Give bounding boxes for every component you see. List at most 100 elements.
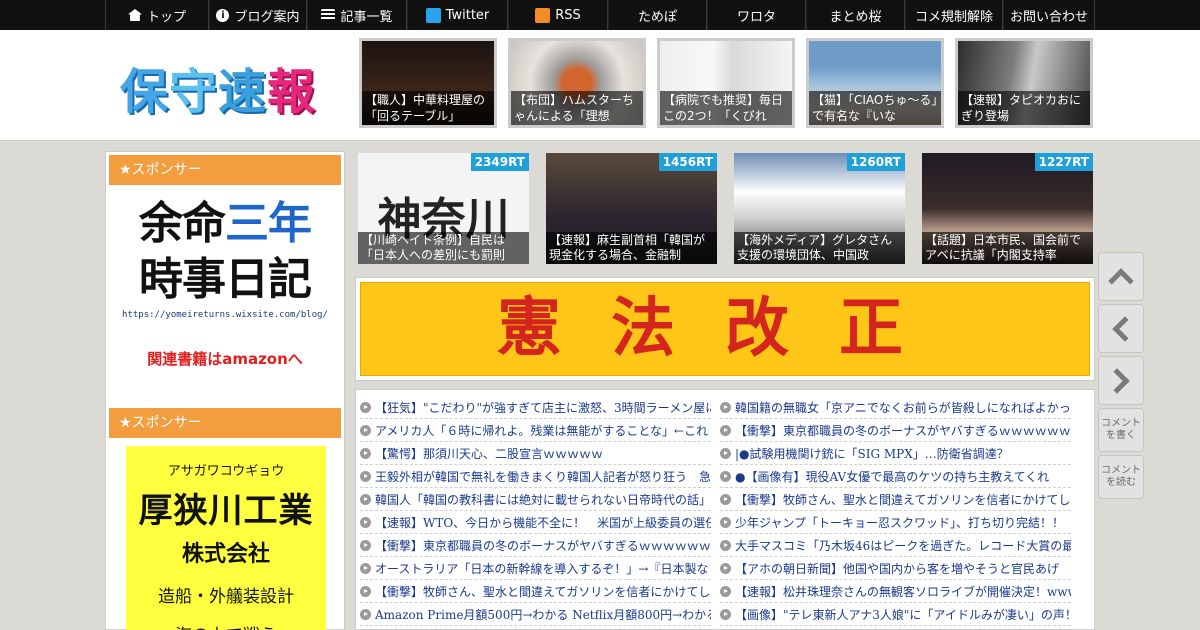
list-item[interactable]: Amazon Prime月額500円→わかる Netflix月額800円→わかる… [360,603,711,626]
info-icon: i [216,8,230,22]
ranking-card[interactable]: 1456RT 【速報】麻生副首相「韓国が現金化する場合、金融制 [546,153,717,264]
article-list: 【狂気】"こだわり"が強すぎて店主に激怒、3時間ラーメン屋に アメリカ人「６時に… [355,389,1095,630]
article-link[interactable]: 【画像】"テレ東新人アナ3人娘"に「アイドルみが凄い」の声！ [735,606,1071,623]
article-link[interactable]: 韓国籍の無職女「京アニでなくお前らが皆殺しになればよかっ [735,399,1071,416]
read-comment-button[interactable]: コメントを読む [1098,455,1144,499]
header-thumb[interactable]: 【病院でも推奨】毎日この2つ！「くびれ [657,38,795,128]
ad-kana: アサガワコウギョウ [167,464,285,479]
nav-matome-sakura[interactable]: まとめ桜 [806,0,905,30]
nav-twitter[interactable]: Twitter [407,0,508,30]
nav-top[interactable]: トップ [105,0,209,30]
article-column-left: 【狂気】"こだわり"が強すぎて店主に激怒、3時間ラーメン屋に アメリカ人「６時に… [360,396,711,626]
chevron-up-icon [1108,267,1134,294]
list-item[interactable]: 王毅外相が韓国で無礼を働きまくり韓国人記者が怒り狂う 急 [360,465,711,488]
article-link[interactable]: 大手マスコミ「乃木坂46はピークを過ぎた。レコード大賞の最 [735,537,1071,554]
article-link[interactable]: 【狂気】"こだわり"が強すぎて店主に激怒、3時間ラーメン屋に [375,399,711,416]
arrow-icon [360,447,371,459]
list-item[interactable]: 少年ジャンプ「トーキョー忍スクワッド」、打ち切り完結！！ [720,511,1071,534]
ad-url: https://yomeireturns.wixsite.com/blog/ [122,310,328,320]
article-link[interactable]: 【衝撃】牧師さん、聖水と間違えてガソリンを信者にかけてし [735,491,1070,508]
article-link[interactable]: |●試験用機関け銃に「SIG MPX」…防衛省調達？ [735,445,1009,462]
article-link[interactable]: 【衝撃】東京都職員の冬のボーナスがヤバすぎるｗｗｗｗｗｗ [735,422,1071,439]
ad-amazon-link[interactable]: 関連書籍はamazonへ [116,348,334,369]
rt-badge: 2349RT [470,153,529,171]
thumb-caption: 【速報】タピオカおにぎり登場 [958,91,1090,125]
list-item[interactable]: 【衝撃】牧師さん、聖水と間違えてガソリンを信者にかけてし [360,580,711,603]
tool-label: コメントを書く [1101,418,1141,441]
list-item[interactable]: 韓国人「韓国の教科書には絶対に載せられない日帝時代の話」 [360,488,711,511]
article-link[interactable]: 王毅外相が韓国で無礼を働きまくり韓国人記者が怒り狂う 急 [375,468,711,485]
list-item[interactable]: ●【画像有】現役AV女優で最高のケツの持ち主教えてくれ [720,465,1071,488]
article-link[interactable]: Amazon Prime月額500円→わかる Netflix月額800円→わかる… [375,606,711,623]
sponsor-heading: ★スポンサー [109,408,341,438]
header-thumb[interactable]: 【猫】「CIAOちゅ～る」で有名な『いな [806,38,944,128]
rt-badge: 1456RT [658,153,717,171]
article-link[interactable]: オーストラリア「日本の新幹線を導入するぞ！」→『日本製な [375,560,708,577]
nav-label: ワロタ [736,9,776,25]
article-link[interactable]: 韓国人「韓国の教科書には絶対に載せられない日帝時代の話」 [375,491,711,508]
article-link[interactable]: ●【画像有】現役AV女優で最高のケツの持ち主教えてくれ [735,468,1049,485]
list-item[interactable]: 【狂気】"こだわり"が強すぎて店主に激怒、3時間ラーメン屋に [360,396,711,419]
arrow-icon [360,470,371,482]
list-item[interactable]: 【速報】松井珠理奈さんの無観客ソロライブが開催決定！www [720,580,1071,603]
article-link[interactable]: 【速報】WTO、今日から機能不全に！ 米国が上級委員の選任 [375,514,711,531]
article-link[interactable]: 【衝撃】東京都職員の冬のボーナスがヤバすぎるｗｗｗｗｗｗ [375,537,711,554]
logo-char: 守 [169,64,219,120]
article-link[interactable]: 【アホの朝日新聞】他国や国内から客を増やそうと官民あげ [735,560,1059,577]
list-item[interactable]: 【驚愕】那須川天心、二股宣言ｗｗｗｗｗ [360,442,711,465]
arrow-icon [720,424,731,436]
nav-article-list[interactable]: 記事一覧 [307,0,407,30]
list-item[interactable]: オーストラリア「日本の新幹線を導入するぞ！」→『日本製な [360,557,711,580]
site-logo[interactable]: 保守速報 [120,52,316,122]
header-thumb[interactable]: 【布団】ハムスターちゃんによる「理想 [508,38,646,128]
prev-article-button[interactable] [1098,304,1144,353]
article-link[interactable]: 【速報】松井珠理奈さんの無観客ソロライブが開催決定！www [735,583,1071,600]
nav-label: お問い合わせ [1009,9,1088,25]
card-caption: 【川崎ヘイト条例】自民は「日本人への差別にも罰則 [358,232,529,264]
header-thumb[interactable]: 【職人】中華料理屋の「回るテーブル」 [359,38,497,128]
list-item[interactable]: |●試験用機関け銃に「SIG MPX」…防衛省調達？ [720,442,1071,465]
nav-contact[interactable]: お問い合わせ [1003,0,1095,30]
constitution-banner[interactable]: 憲法改正 [355,277,1095,381]
scroll-top-button[interactable] [1098,252,1144,301]
list-item[interactable]: 韓国籍の無職女「京アニでなくお前らが皆殺しになればよかっ [720,396,1071,419]
sponsor-ad-yomei[interactable]: 余命三年 時事日記 https://yomeireturns.wixsite.c… [116,196,334,369]
write-comment-button[interactable]: コメントを書く [1098,408,1144,452]
list-item[interactable]: 【画像】"テレ東新人アナ3人娘"に「アイドルみが凄い」の声！ [720,603,1071,626]
arrow-icon [720,470,731,482]
list-item[interactable]: 【アホの朝日新聞】他国や国内から客を増やそうと官民あげ [720,557,1071,580]
list-item[interactable]: 【速報】WTO、今日から機能不全に！ 米国が上級委員の選任 [360,511,711,534]
article-link[interactable]: アメリカ人「６時に帰れよ。残業は無能がすることな」←これ [375,422,708,439]
thumb-caption: 【職人】中華料理屋の「回るテーブル」 [362,91,494,125]
nav-comment-unblock[interactable]: コメ規制解除 [905,0,1003,30]
article-link[interactable]: 【衝撃】牧師さん、聖水と間違えてガソリンを信者にかけてし [375,583,710,600]
article-column-right: 韓国籍の無職女「京アニでなくお前らが皆殺しになればよかっ 【衝撃】東京都職員の冬… [720,396,1071,626]
nav-warota[interactable]: ワロタ [707,0,806,30]
ranking-card[interactable]: 神奈川 2349RT 【川崎ヘイト条例】自民は「日本人への差別にも罰則 [358,153,529,264]
ranking-card[interactable]: 1227RT 【話題】日本市民、国会前でアベに抗議「内閣支持率 [922,153,1093,264]
article-link[interactable]: 少年ジャンプ「トーキョー忍スクワッド」、打ち切り完結！！ [735,514,1064,531]
site-header: 保守速報 【職人】中華料理屋の「回るテーブル」 【布団】ハムスターちゃんによる「… [0,30,1200,141]
ranking-card[interactable]: 1260RT 【海外メディア】グレタさん支援の環境団体、中国政 [734,153,905,264]
list-item[interactable]: 【衝撃】東京都職員の冬のボーナスがヤバすぎるｗｗｗｗｗｗ [360,534,711,557]
next-article-button[interactable] [1098,356,1144,405]
list-item[interactable]: 大手マスコミ「乃木坂46はピークを過ぎた。レコード大賞の最 [720,534,1071,557]
article-link[interactable]: 【驚愕】那須川天心、二股宣言ｗｗｗｗｗ [375,445,603,462]
logo-char: 報 [267,64,317,120]
nav-blog-guide[interactable]: i ブログ案内 [209,0,307,30]
ad-corp-type: 株式会社 [181,541,270,567]
arrow-icon [360,608,371,620]
list-item[interactable]: 【衝撃】東京都職員の冬のボーナスがヤバすぎるｗｗｗｗｗｗ [720,419,1071,442]
nav-rss[interactable]: RSS [508,0,608,30]
sponsor-ad-asagawa[interactable]: アサガワコウギョウ 厚狭川工業 株式会社 造船・外艤装設計 海の上で戦う [126,446,326,630]
nav-label: 記事一覧 [340,9,393,25]
header-thumb[interactable]: 【速報】タピオカおにぎり登場 [955,38,1093,128]
nav-label: ためぽ [637,9,677,25]
list-item[interactable]: アメリカ人「６時に帰れよ。残業は無能がすることな」←これ [360,419,711,442]
arrow-icon [720,447,731,459]
arrow-icon [360,424,371,436]
arrow-icon [720,608,731,620]
arrow-icon [360,493,371,505]
nav-tamepo[interactable]: ためぽ [608,0,707,30]
list-item[interactable]: 【衝撃】牧師さん、聖水と間違えてガソリンを信者にかけてし [720,488,1071,511]
